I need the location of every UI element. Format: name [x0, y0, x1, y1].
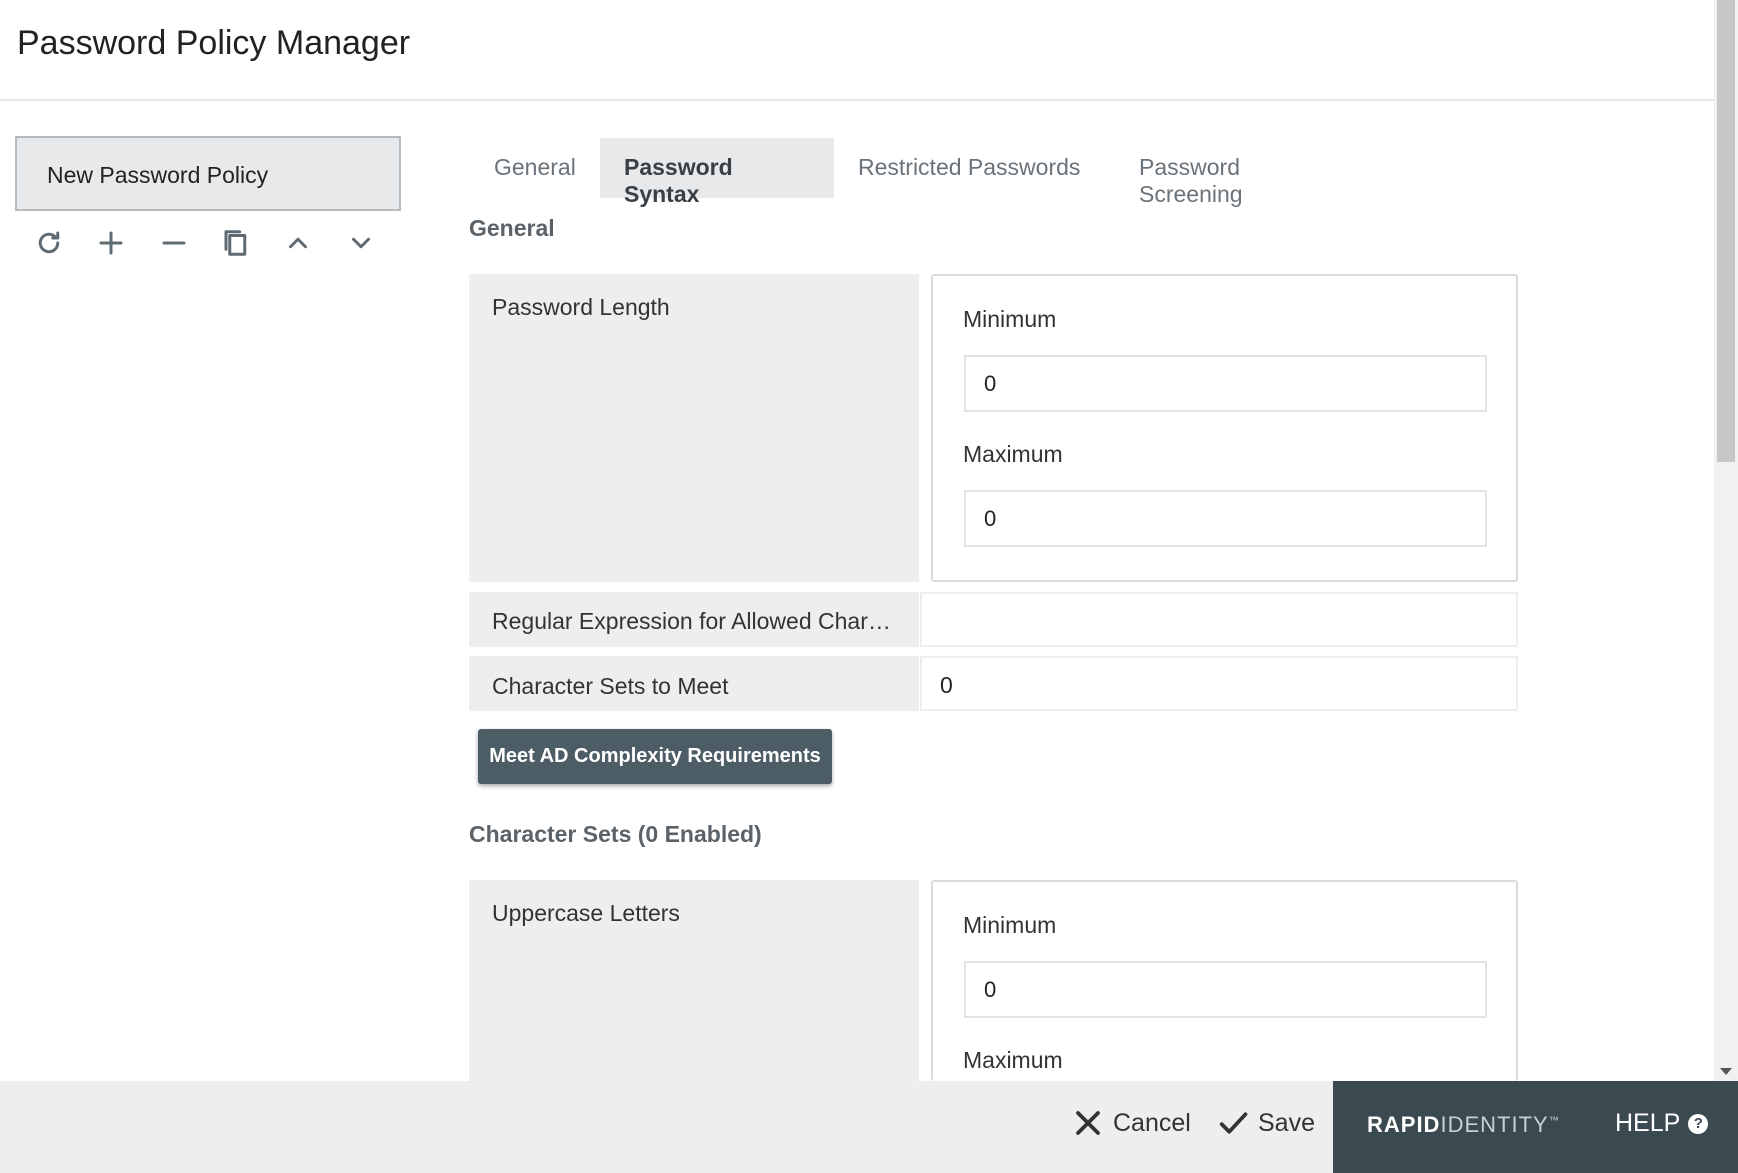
copy-icon [224, 230, 247, 256]
uppercase-maximum-label: Maximum [963, 1047, 1063, 1073]
move-up-button[interactable] [276, 223, 338, 263]
cancel-button[interactable]: Cancel [1073, 1108, 1191, 1138]
minimum-label: Minimum [963, 306, 1057, 332]
help-label: HELP [1615, 1109, 1681, 1137]
uppercase-minimum-label: Minimum [963, 912, 1057, 938]
remove-policy-button[interactable] [152, 223, 214, 263]
vertical-scrollbar[interactable] [1714, 0, 1738, 1081]
plus-icon [99, 231, 123, 255]
policy-toolbar [15, 223, 401, 263]
move-down-button[interactable] [339, 223, 401, 263]
meet-ad-complexity-button[interactable]: Meet AD Complexity Requirements [478, 729, 832, 784]
chevron-down-icon [351, 237, 370, 249]
section-title-general: General [469, 215, 555, 241]
help-button[interactable]: HELP ? [1615, 1109, 1709, 1138]
password-length-maximum-input[interactable]: 0 [964, 490, 1487, 547]
uppercase-letters-box: Minimum 0 Maximum [931, 880, 1518, 1081]
chevron-up-icon [289, 237, 308, 249]
password-length-box: Minimum 0 Maximum 0 [931, 274, 1518, 582]
page-title: Password Policy Manager [17, 24, 411, 62]
uppercase-minimum-input[interactable]: 0 [964, 961, 1487, 1018]
regex-label: Regular Expression for Allowed Char… [469, 592, 919, 647]
minus-icon [162, 241, 186, 245]
help-circle-icon: ? [1688, 1113, 1709, 1134]
scroll-down-arrow-icon[interactable] [1720, 1068, 1732, 1075]
refresh-icon [38, 231, 60, 254]
cancel-label: Cancel [1113, 1108, 1191, 1137]
add-policy-button[interactable] [89, 223, 151, 263]
tab-password-screening[interactable]: Password Screening [1115, 138, 1370, 207]
save-label: Save [1258, 1108, 1315, 1137]
uppercase-letters-label: Uppercase Letters [469, 880, 919, 1081]
footer-bar: Cancel Save RAPIDIDENTITY™ HELP ? [0, 1081, 1738, 1173]
scrollbar-thumb[interactable] [1717, 0, 1735, 462]
rapididentity-logo: RAPIDIDENTITY™ [1367, 1112, 1560, 1137]
close-icon [1076, 1111, 1100, 1135]
policy-list-item[interactable]: New Password Policy [15, 136, 401, 211]
tab-general[interactable]: General [470, 138, 600, 198]
section-title-character-sets: Character Sets (0 Enabled) [469, 821, 762, 847]
save-button[interactable]: Save [1218, 1108, 1315, 1138]
tab-restricted-passwords[interactable]: Restricted Passwords [834, 138, 1115, 198]
password-length-label: Password Length [469, 274, 919, 582]
policy-tabs: General Password Syntax Restricted Passw… [470, 138, 1370, 207]
brand-panel: RAPIDIDENTITY™ HELP ? [1333, 1081, 1738, 1173]
policy-sidebar: New Password Policy [15, 136, 401, 263]
copy-policy-button[interactable] [214, 223, 276, 263]
app-header: Password Policy Manager [0, 0, 1714, 101]
regex-input[interactable] [920, 592, 1518, 647]
refresh-button[interactable] [27, 223, 89, 263]
character-sets-to-meet-label: Character Sets to Meet [469, 656, 919, 711]
password-length-minimum-input[interactable]: 0 [964, 355, 1487, 412]
checkmark-icon [1219, 1112, 1248, 1134]
tab-password-syntax[interactable]: Password Syntax [600, 138, 834, 207]
maximum-label: Maximum [963, 441, 1063, 467]
character-sets-to-meet-input[interactable]: 0 [920, 656, 1518, 711]
